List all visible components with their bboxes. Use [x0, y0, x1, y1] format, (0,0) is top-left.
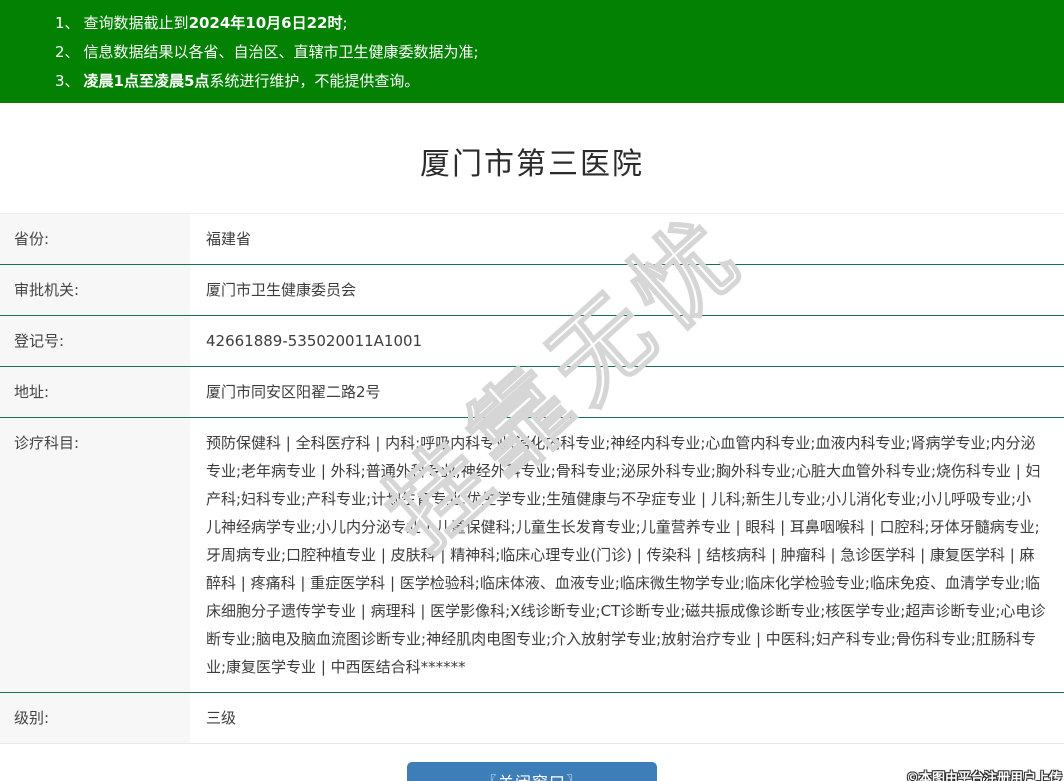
- row-value: 三级: [190, 693, 1064, 743]
- copyright-note: ©本图由平台注册用户上传: [906, 767, 1062, 781]
- notice-bold-text: 2024年10月6日22时: [189, 14, 343, 32]
- table-row-level: 级别: 三级: [0, 693, 1064, 744]
- table-row-address: 地址: 厦门市同安区阳翟二路2号: [0, 367, 1064, 418]
- hospital-title: 厦门市第三医院: [0, 139, 1064, 183]
- notice-number: 2、: [55, 43, 80, 61]
- row-label: 省份:: [0, 214, 190, 264]
- row-label: 登记号:: [0, 316, 190, 366]
- row-value: 42661889-535020011A1001: [190, 316, 1064, 366]
- row-label: 地址:: [0, 367, 190, 417]
- row-value: 厦门市卫生健康委员会: [190, 265, 1064, 315]
- notice-number: 1、: [55, 14, 80, 32]
- notice-line-1: 1、查询数据截止到2024年10月6日22时;: [55, 9, 1054, 38]
- row-value: 预防保健科 | 全科医疗科 | 内科;呼吸内科专业;消化内科专业;神经内科专业;…: [190, 418, 1064, 692]
- button-area: 〖关闭窗口〗: [0, 762, 1064, 781]
- notice-text: 系统进行维护，不能提供查询。: [209, 72, 419, 90]
- table-row-province: 省份: 福建省: [0, 214, 1064, 265]
- row-label: 诊疗科目:: [0, 418, 190, 692]
- notice-text: 信息数据结果以各省、自治区、直辖市卫生健康委数据为准;: [84, 43, 479, 61]
- notice-line-2: 2、信息数据结果以各省、自治区、直辖市卫生健康委数据为准;: [55, 38, 1054, 67]
- notice-text: 查询数据截止到: [84, 14, 189, 32]
- hospital-info-table: 省份: 福建省 审批机关: 厦门市卫生健康委员会 登记号: 42661889-5…: [0, 213, 1064, 744]
- notice-line-3: 3、凌晨1点至凌晨5点系统进行维护，不能提供查询。: [55, 67, 1054, 96]
- row-label: 审批机关:: [0, 265, 190, 315]
- notice-banner: 1、查询数据截止到2024年10月6日22时; 2、信息数据结果以各省、自治区、…: [0, 0, 1064, 103]
- row-value: 福建省: [190, 214, 1064, 264]
- notice-text: ;: [343, 14, 348, 32]
- close-window-button[interactable]: 〖关闭窗口〗: [407, 762, 657, 781]
- table-row-approval-authority: 审批机关: 厦门市卫生健康委员会: [0, 265, 1064, 316]
- row-label: 级别:: [0, 693, 190, 743]
- notice-number: 3、: [55, 72, 80, 90]
- table-row-registration-number: 登记号: 42661889-535020011A1001: [0, 316, 1064, 367]
- table-row-medical-subjects: 诊疗科目: 预防保健科 | 全科医疗科 | 内科;呼吸内科专业;消化内科专业;神…: [0, 418, 1064, 693]
- row-value: 厦门市同安区阳翟二路2号: [190, 367, 1064, 417]
- notice-bold-text: 凌晨1点至凌晨5点: [84, 72, 210, 90]
